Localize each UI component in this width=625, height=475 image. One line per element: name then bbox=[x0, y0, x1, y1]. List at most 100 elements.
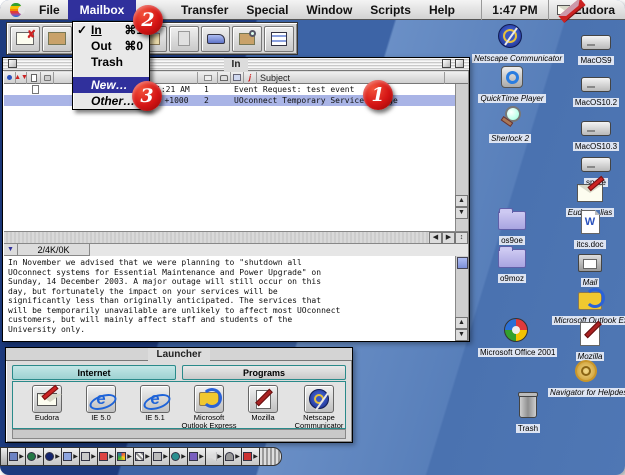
desktop-icon-trash[interactable]: Trash bbox=[490, 392, 566, 438]
in-window-title: In bbox=[224, 58, 249, 71]
annotation-badge-1: 1 bbox=[363, 80, 393, 110]
mailbox-status-bar: ▼ 2/4K/0K bbox=[4, 244, 468, 256]
scroll-left-icon[interactable]: ◀ bbox=[429, 232, 442, 244]
menu-item-out[interactable]: Out ⌘0 bbox=[73, 38, 149, 54]
eudora-icon bbox=[577, 184, 603, 202]
launcher-app-eudora[interactable]: Eudora bbox=[19, 385, 75, 422]
preview-scroll-down-icon[interactable]: ▼ bbox=[455, 329, 468, 341]
mozilla-icon bbox=[580, 322, 600, 346]
menu-scripts[interactable]: Scripts bbox=[361, 0, 420, 20]
menu-window[interactable]: Window bbox=[297, 0, 361, 20]
control-strip-module-time[interactable]: ▶ bbox=[170, 447, 188, 466]
control-strip-module-desktop-pattern[interactable]: ▶ bbox=[134, 447, 152, 466]
menu-item-trash[interactable]: Trash bbox=[73, 54, 149, 70]
netscape-icon bbox=[498, 24, 522, 48]
subject-column-header[interactable]: Subject bbox=[257, 72, 445, 84]
launcher-window[interactable]: Launcher Internet Programs Eudora e IE 5… bbox=[5, 347, 353, 443]
menu-special[interactable]: Special bbox=[237, 0, 297, 20]
in-box-button[interactable] bbox=[42, 26, 72, 52]
scroll-right-icon[interactable]: ▶ bbox=[442, 232, 455, 244]
message-size: 1 bbox=[204, 84, 209, 95]
apple-menu-icon[interactable] bbox=[10, 3, 22, 17]
launcher-tabs: Internet Programs bbox=[12, 365, 346, 380]
message-preview-pane[interactable]: In November we advised that we were plan… bbox=[4, 256, 457, 341]
desktop-icon-macos102[interactable]: MacOS10.2 bbox=[558, 66, 625, 112]
control-strip-module-printer-selector[interactable]: ▶ bbox=[98, 447, 116, 466]
trash-icon bbox=[519, 394, 537, 418]
launcher-app-outlook-express[interactable]: Microsoft Outlook Express bbox=[181, 385, 237, 430]
pane-splitter-icon[interactable]: ↕ bbox=[455, 232, 468, 244]
message-size: 2 bbox=[204, 95, 209, 106]
launcher-panel: Eudora e IE 5.0 e IE 5.1 Microsoft Outlo… bbox=[12, 381, 346, 429]
control-strip-module-display[interactable]: ▶ bbox=[8, 447, 26, 466]
size-column-header[interactable] bbox=[198, 72, 218, 84]
hard-disk-icon bbox=[581, 157, 611, 172]
preview-scroll-thumb[interactable] bbox=[457, 257, 468, 269]
control-strip-module-sound-volume[interactable]: ▶ bbox=[206, 447, 224, 466]
attachment-column-icon[interactable] bbox=[27, 72, 41, 84]
checkmark-icon: ✓ bbox=[77, 22, 87, 38]
control-strip-module-monitor-depth[interactable]: ▶ bbox=[116, 447, 134, 466]
menu-separator bbox=[73, 70, 149, 77]
mood-column-icon[interactable] bbox=[231, 72, 244, 84]
control-strip-module-energy-saver[interactable]: ▶ bbox=[44, 447, 62, 466]
menu-bar-clock[interactable]: 1:47 PM bbox=[481, 0, 547, 20]
control-strip[interactable]: ▶ ▶ ▶ ▶ ▶ ▶ ▶ ▶ ▶ ▶ ▶ ▶ ▶ ▶ bbox=[0, 447, 282, 466]
preview-toggle-icon[interactable]: ▼ bbox=[4, 244, 18, 256]
launcher-scrollbar[interactable] bbox=[12, 429, 346, 439]
menu-mailbox-active[interactable]: Mailbox bbox=[68, 0, 136, 20]
desktop-icon-macos9[interactable]: MacOS9 bbox=[558, 24, 625, 70]
application-menu[interactable]: Eudora bbox=[548, 0, 625, 20]
launcher-title: Launcher bbox=[148, 348, 209, 361]
office-icon bbox=[504, 318, 528, 342]
menu-help[interactable]: Help bbox=[420, 0, 464, 20]
calendar-button[interactable] bbox=[264, 26, 294, 52]
paste-button[interactable] bbox=[169, 26, 199, 52]
tab-internet[interactable]: Internet bbox=[12, 365, 176, 380]
launcher-titlebar[interactable]: Launcher bbox=[6, 348, 352, 361]
launcher-app-ie51[interactable]: e IE 5.1 bbox=[127, 385, 183, 422]
control-strip-tab-handle[interactable] bbox=[260, 447, 282, 466]
launcher-app-mozilla[interactable]: Mozilla bbox=[235, 385, 291, 422]
delete-message-button[interactable]: ✘ bbox=[10, 26, 40, 52]
control-strip-module-sound-input[interactable]: ▶ bbox=[224, 447, 242, 466]
control-strip-module-keychain[interactable]: ▶ bbox=[80, 447, 98, 466]
desktop-icon-sherlock-2[interactable]: Sherlock 2 bbox=[472, 102, 548, 148]
hard-disk-icon bbox=[581, 35, 611, 50]
preview-scroll-up-icon[interactable]: ▲ bbox=[455, 317, 468, 329]
date-column-header[interactable] bbox=[150, 72, 198, 84]
preview-scrollbar[interactable]: ▲ ▼ bbox=[455, 256, 468, 341]
search-button[interactable] bbox=[232, 26, 262, 52]
hscroll-track[interactable] bbox=[4, 232, 429, 243]
control-strip-end-cap bbox=[0, 447, 8, 466]
menu-file[interactable]: File bbox=[30, 0, 69, 20]
collapse-box-icon[interactable] bbox=[455, 59, 464, 68]
message-list-hscrollbar[interactable]: ◀ ▶ ↕ bbox=[4, 231, 468, 244]
control-strip-module-printing[interactable]: ▶ bbox=[152, 447, 170, 466]
launcher-app-ie50[interactable]: e IE 5.0 bbox=[73, 385, 129, 422]
control-strip-module-media-eject[interactable]: ▶ bbox=[242, 447, 260, 466]
address-book-button[interactable] bbox=[201, 26, 231, 52]
junk-column-icon[interactable]: j bbox=[244, 72, 257, 84]
folder-icon bbox=[498, 211, 526, 230]
mail-icon bbox=[578, 254, 602, 272]
menu-transfer[interactable]: Transfer bbox=[172, 0, 237, 20]
priority-column-icon[interactable]: ▲▼ bbox=[16, 72, 27, 84]
scroll-down-icon[interactable]: ▼ bbox=[455, 207, 468, 219]
message-list-scrollbar[interactable]: ▲ ▼ bbox=[455, 84, 468, 231]
control-strip-module-apple-talk[interactable]: ▶ bbox=[188, 447, 206, 466]
scroll-up-icon[interactable]: ▲ bbox=[455, 195, 468, 207]
control-strip-module-location[interactable]: ▶ bbox=[26, 447, 44, 466]
desktop-icon-o9moz[interactable]: o9moz bbox=[474, 242, 550, 288]
close-box-icon[interactable] bbox=[8, 59, 17, 68]
desktop-icon-microsoft-office-2001[interactable]: Microsoft Office 2001 bbox=[478, 316, 554, 362]
launcher-app-netscape[interactable]: Netscape Communicator bbox=[291, 385, 347, 430]
tab-programs[interactable]: Programs bbox=[182, 365, 346, 380]
control-strip-module-file-sharing[interactable]: ▶ bbox=[62, 447, 80, 466]
zoom-box-icon[interactable] bbox=[442, 59, 451, 68]
label-column-icon[interactable] bbox=[41, 72, 54, 84]
quicktime-icon bbox=[501, 66, 523, 88]
server-status-column-icon[interactable] bbox=[218, 72, 231, 84]
magnifier-icon bbox=[499, 106, 521, 128]
desktop: In ▲▼ j Subject 1:21 AM 1 Event Request:… bbox=[0, 0, 625, 475]
